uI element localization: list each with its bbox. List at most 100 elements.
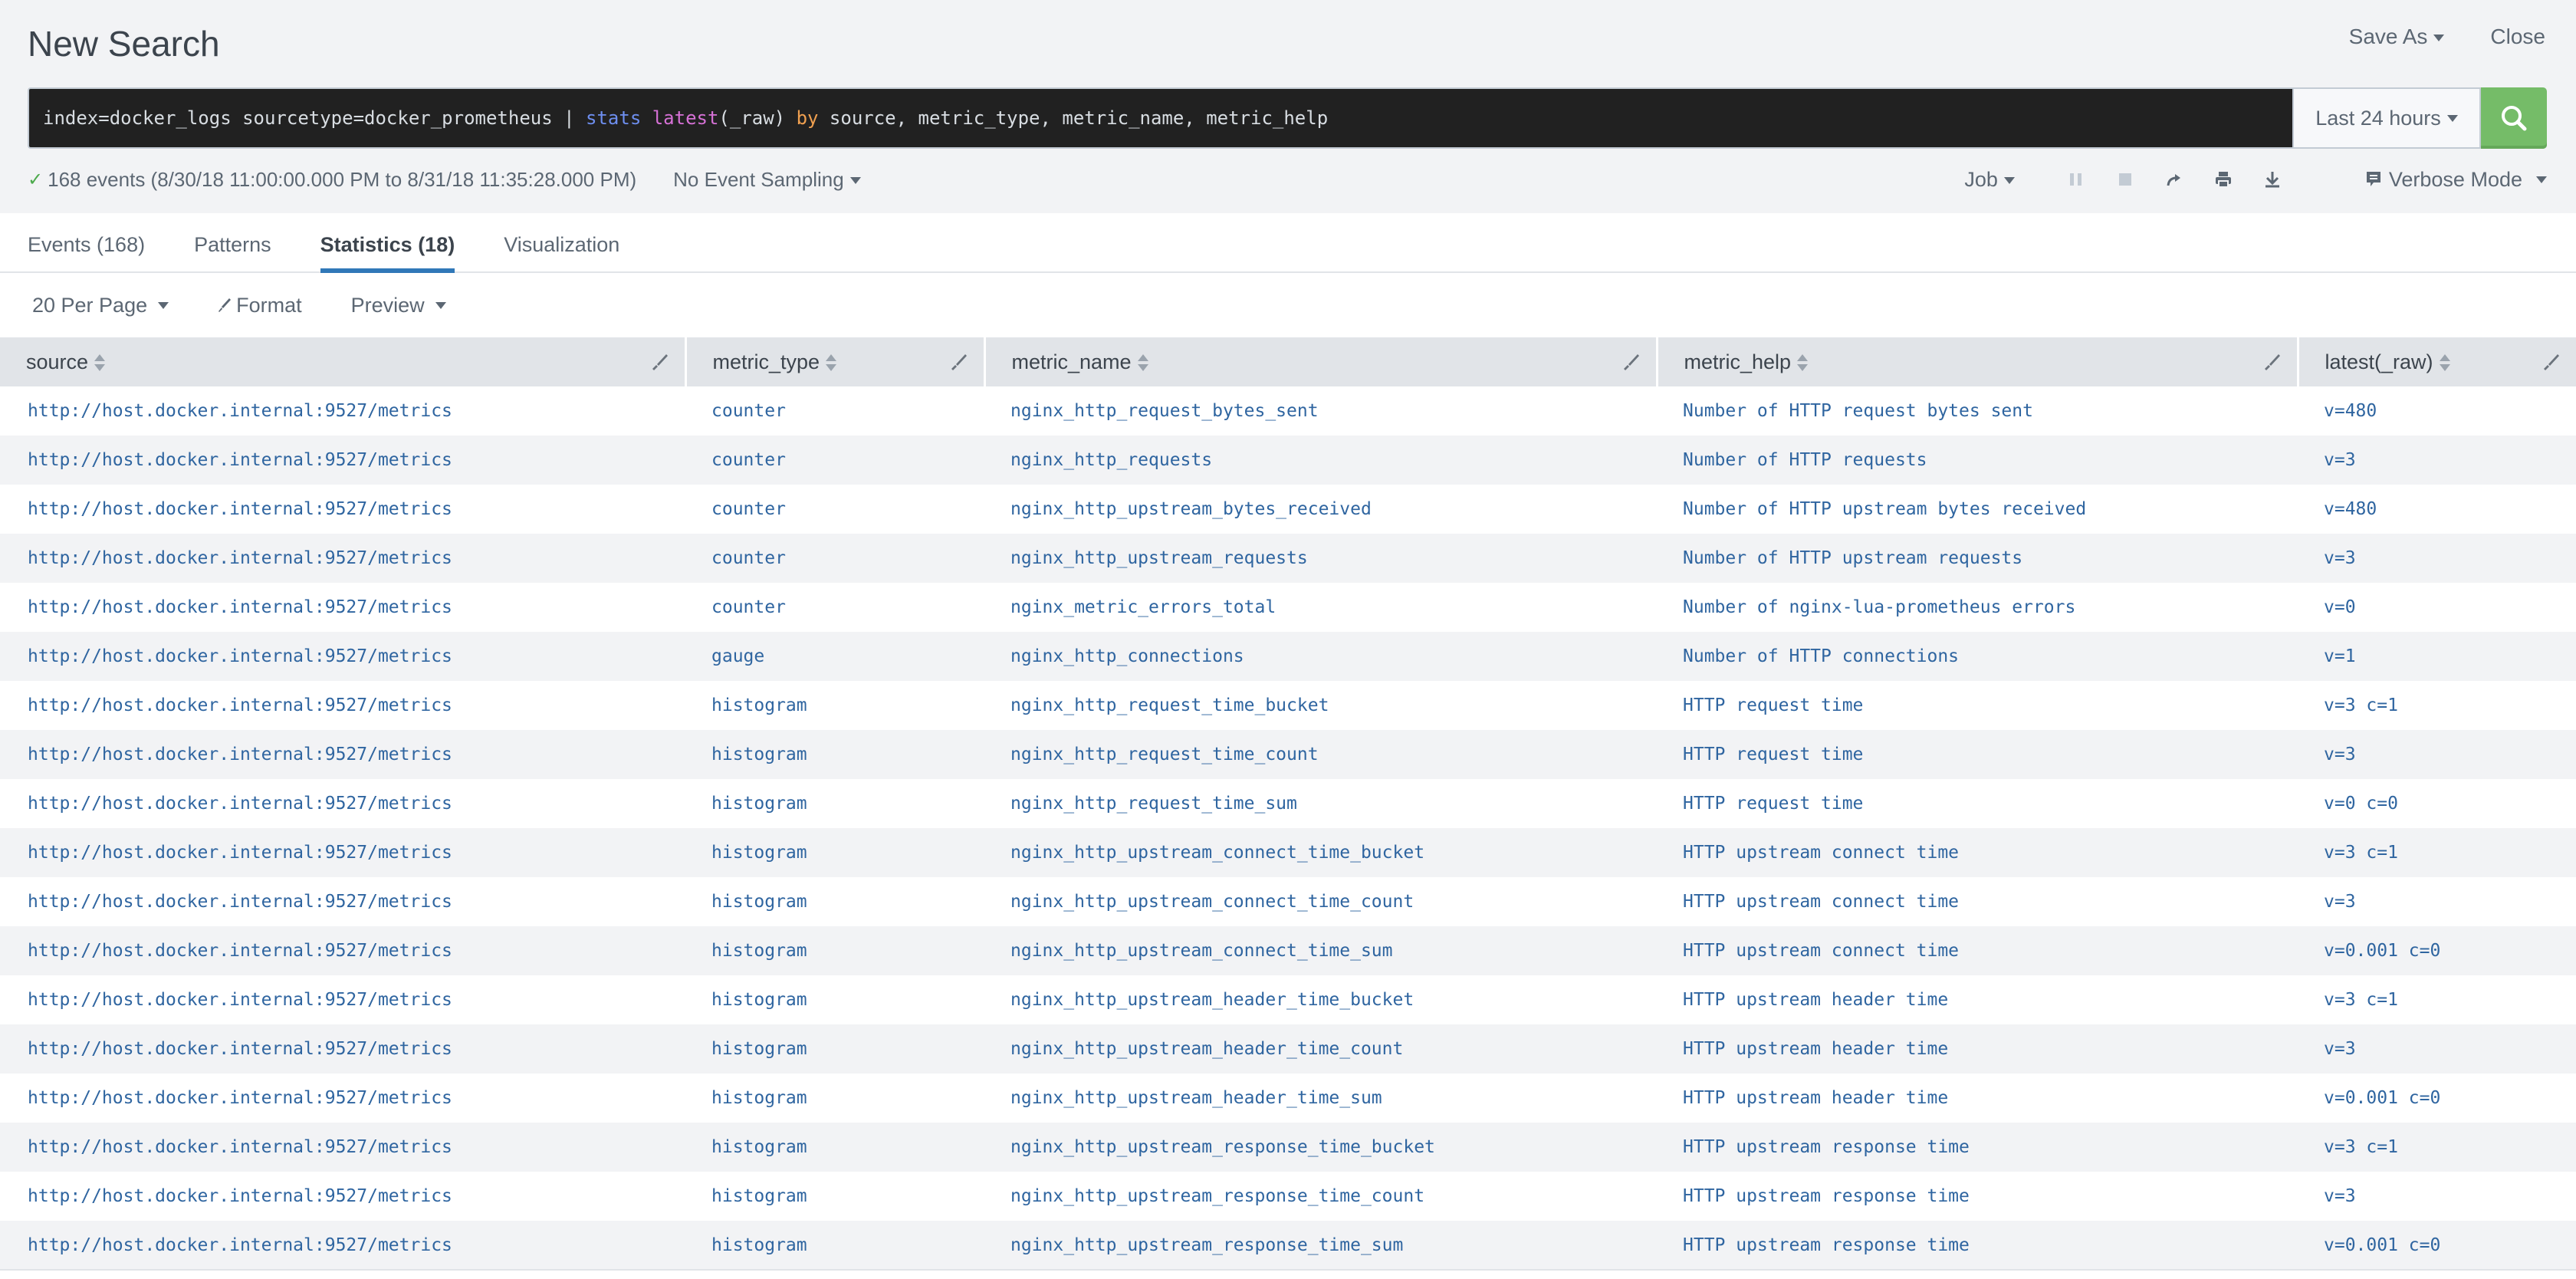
cell-metric-help[interactable]: HTTP upstream connect time [1657, 828, 2298, 877]
cell-latest-raw[interactable]: v=3 [2298, 1024, 2576, 1074]
cell-latest-raw[interactable]: v=3 [2298, 877, 2576, 926]
cell-metric-name[interactable]: nginx_http_request_time_sum [984, 779, 1657, 828]
cell-metric-help[interactable]: HTTP upstream response time [1657, 1123, 2298, 1172]
column-format-brush-icon[interactable] [950, 353, 968, 371]
cell-metric-name[interactable]: nginx_http_upstream_response_time_sum [984, 1221, 1657, 1271]
cell-source[interactable]: http://host.docker.internal:9527/metrics [0, 1221, 685, 1271]
cell-metric-help[interactable]: Number of HTTP upstream requests [1657, 534, 2298, 583]
cell-latest-raw[interactable]: v=0.001 c=0 [2298, 926, 2576, 975]
cell-metric-help[interactable]: HTTP upstream response time [1657, 1172, 2298, 1221]
cell-latest-raw[interactable]: v=480 [2298, 485, 2576, 534]
cell-source[interactable]: http://host.docker.internal:9527/metrics [0, 534, 685, 583]
cell-metric-type[interactable]: counter [685, 583, 984, 632]
column-format-brush-icon[interactable] [1622, 353, 1641, 371]
tab-statistics[interactable]: Statistics (18) [320, 213, 455, 273]
cell-source[interactable]: http://host.docker.internal:9527/metrics [0, 1024, 685, 1074]
cell-metric-name[interactable]: nginx_http_upstream_connect_time_sum [984, 926, 1657, 975]
search-button[interactable] [2481, 87, 2547, 149]
cell-metric-name[interactable]: nginx_http_upstream_header_time_bucket [984, 975, 1657, 1024]
cell-metric-name[interactable]: nginx_http_upstream_connect_time_bucket [984, 828, 1657, 877]
cell-metric-help[interactable]: Number of HTTP connections [1657, 632, 2298, 681]
column-format-brush-icon[interactable] [651, 353, 669, 371]
cell-metric-type[interactable]: gauge [685, 632, 984, 681]
cell-metric-help[interactable]: HTTP request time [1657, 730, 2298, 779]
cell-source[interactable]: http://host.docker.internal:9527/metrics [0, 1123, 685, 1172]
cell-metric-name[interactable]: nginx_http_upstream_connect_time_count [984, 877, 1657, 926]
cell-metric-help[interactable]: HTTP request time [1657, 681, 2298, 730]
cell-metric-type[interactable]: histogram [685, 1123, 984, 1172]
cell-metric-name[interactable]: nginx_http_upstream_response_time_bucket [984, 1123, 1657, 1172]
export-button[interactable] [2248, 171, 2297, 188]
tab-visualization[interactable]: Visualization [504, 213, 619, 271]
cell-latest-raw[interactable]: v=0.001 c=0 [2298, 1221, 2576, 1271]
cell-source[interactable]: http://host.docker.internal:9527/metrics [0, 730, 685, 779]
cell-metric-name[interactable]: nginx_metric_errors_total [984, 583, 1657, 632]
cell-metric-name[interactable]: nginx_http_connections [984, 632, 1657, 681]
cell-source[interactable]: http://host.docker.internal:9527/metrics [0, 583, 685, 632]
cell-latest-raw[interactable]: v=3 c=1 [2298, 828, 2576, 877]
cell-source[interactable]: http://host.docker.internal:9527/metrics [0, 926, 685, 975]
cell-source[interactable]: http://host.docker.internal:9527/metrics [0, 779, 685, 828]
cell-source[interactable]: http://host.docker.internal:9527/metrics [0, 436, 685, 485]
cell-metric-name[interactable]: nginx_http_upstream_header_time_sum [984, 1074, 1657, 1123]
tab-events[interactable]: Events (168) [28, 213, 145, 271]
cell-metric-name[interactable]: nginx_http_upstream_bytes_received [984, 485, 1657, 534]
cell-metric-help[interactable]: HTTP upstream header time [1657, 975, 2298, 1024]
sort-icon[interactable] [94, 354, 106, 372]
cell-latest-raw[interactable]: v=3 [2298, 436, 2576, 485]
cell-metric-type[interactable]: counter [685, 436, 984, 485]
sort-icon[interactable] [1797, 354, 1809, 372]
save-as-button[interactable]: Save As [2349, 25, 2445, 49]
cell-metric-help[interactable]: HTTP upstream header time [1657, 1024, 2298, 1074]
cell-metric-type[interactable]: histogram [685, 1172, 984, 1221]
cell-source[interactable]: http://host.docker.internal:9527/metrics [0, 1172, 685, 1221]
cell-source[interactable]: http://host.docker.internal:9527/metrics [0, 877, 685, 926]
search-mode-dropdown[interactable]: Verbose Mode [2366, 168, 2547, 192]
per-page-dropdown[interactable]: 20 Per Page [32, 294, 169, 317]
column-header[interactable]: metric_help [1657, 337, 2299, 386]
event-sampling-dropdown[interactable]: No Event Sampling [673, 168, 861, 192]
cell-metric-type[interactable]: counter [685, 386, 984, 436]
cell-metric-help[interactable]: Number of HTTP requests [1657, 436, 2298, 485]
column-format-brush-icon[interactable] [2542, 353, 2561, 371]
cell-metric-type[interactable]: histogram [685, 1024, 984, 1074]
cell-latest-raw[interactable]: v=3 c=1 [2298, 1123, 2576, 1172]
column-header[interactable]: latest(_raw) [2298, 337, 2576, 386]
column-header[interactable]: metric_name [984, 337, 1658, 386]
cell-latest-raw[interactable]: v=3 [2298, 1172, 2576, 1221]
cell-metric-type[interactable]: histogram [685, 1074, 984, 1123]
tab-patterns[interactable]: Patterns [194, 213, 271, 271]
cell-metric-name[interactable]: nginx_http_upstream_response_time_count [984, 1172, 1657, 1221]
cell-latest-raw[interactable]: v=3 [2298, 730, 2576, 779]
sort-icon[interactable] [2439, 354, 2450, 372]
cell-metric-help[interactable]: Number of HTTP upstream bytes received [1657, 485, 2298, 534]
cell-latest-raw[interactable]: v=3 c=1 [2298, 975, 2576, 1024]
cell-metric-type[interactable]: counter [685, 485, 984, 534]
cell-source[interactable]: http://host.docker.internal:9527/metrics [0, 681, 685, 730]
cell-metric-name[interactable]: nginx_http_request_bytes_sent [984, 386, 1657, 436]
cell-metric-type[interactable]: histogram [685, 779, 984, 828]
cell-source[interactable]: http://host.docker.internal:9527/metrics [0, 386, 685, 436]
cell-metric-help[interactable]: HTTP upstream response time [1657, 1221, 2298, 1271]
cell-latest-raw[interactable]: v=0 [2298, 583, 2576, 632]
cell-metric-name[interactable]: nginx_http_requests [984, 436, 1657, 485]
close-button[interactable]: Close [2490, 25, 2545, 49]
cell-source[interactable]: http://host.docker.internal:9527/metrics [0, 1074, 685, 1123]
time-range-picker[interactable]: Last 24 hours [2292, 87, 2481, 149]
cell-latest-raw[interactable]: v=3 c=1 [2298, 681, 2576, 730]
cell-metric-help[interactable]: Number of nginx-lua-prometheus errors [1657, 583, 2298, 632]
cell-metric-type[interactable]: counter [685, 534, 984, 583]
search-query-input[interactable]: index=docker_logs sourcetype=docker_prom… [28, 87, 2292, 149]
cell-metric-help[interactable]: Number of HTTP request bytes sent [1657, 386, 2298, 436]
cell-metric-type[interactable]: histogram [685, 681, 984, 730]
cell-source[interactable]: http://host.docker.internal:9527/metrics [0, 975, 685, 1024]
column-header[interactable]: source [0, 337, 687, 386]
cell-metric-type[interactable]: histogram [685, 877, 984, 926]
cell-metric-help[interactable]: HTTP upstream connect time [1657, 926, 2298, 975]
cell-metric-type[interactable]: histogram [685, 1221, 984, 1271]
sort-icon[interactable] [826, 354, 837, 372]
cell-source[interactable]: http://host.docker.internal:9527/metrics [0, 828, 685, 877]
preview-dropdown[interactable]: Preview [351, 294, 446, 317]
print-button[interactable] [2199, 171, 2248, 188]
cell-metric-name[interactable]: nginx_http_upstream_header_time_count [984, 1024, 1657, 1074]
